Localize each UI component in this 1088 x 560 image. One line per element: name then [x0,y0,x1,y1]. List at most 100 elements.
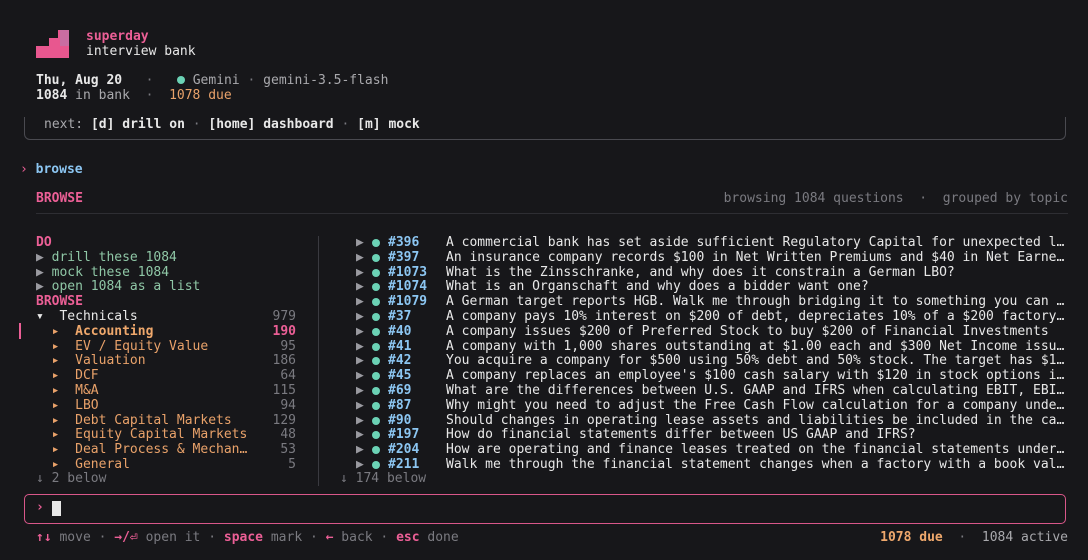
question-row[interactable]: ▶ #37 A company pays 10% interest on $200 … [356,310,1070,325]
question-row[interactable]: ▶ #42 You acquire a company for $500 using… [356,354,1070,369]
topic-item[interactable]: ▸ Accounting 190 [36,324,296,340]
question-id: #42 [388,354,412,369]
bank-label: in bank [75,88,130,103]
provider-status-dot-icon [176,76,185,84]
selection-indicator [19,323,21,339]
play-icon: ▶ [356,280,364,295]
browse-header: BROWSE [36,294,83,310]
status-line-2: 1084 in bank · 1078 due [36,88,232,103]
play-icon: ▶ [36,249,44,265]
question-list-more-indicator: ↓ 174 below [340,471,427,486]
topic-item[interactable]: ▸ Equity Capital Markets 48 [36,427,296,443]
status-dot-icon [372,239,380,247]
question-text: A commercial bank has set aside sufficie… [446,236,1070,250]
question-row[interactable]: ▶ #1074 What is an Organschaft and why doe… [356,280,1070,295]
question-text: A company issues $200 of Preferred Stock… [446,324,1049,339]
triangle-right-icon: ▸ [51,353,60,369]
triangle-right-icon: ▸ [51,368,60,384]
play-icon: ▶ [356,250,364,265]
question-text: Walk me through the financial statement … [446,457,1070,472]
question-row[interactable]: ▶ #1073 What is the Zinsschranke, and why … [356,266,1070,281]
question-row[interactable]: ▶ #204 How are operating and finance lease… [356,443,1070,458]
status-line-1: Thu, Aug 20 · Gemini · gemini-3.5-flash [36,73,389,88]
status-date: Thu, Aug 20 [36,73,123,88]
action-open-list[interactable]: ▶ open 1084 as a list [36,279,296,295]
question-id: #1073 [388,265,428,280]
question-list: ▶ #396 A commercial bank has set aside suf… [356,236,1070,473]
question-id: #397 [388,250,420,265]
question-text: How are operating and finance leases tre… [446,443,1070,458]
question-row[interactable]: ▶ #396 A commercial bank has set aside suf… [356,236,1070,251]
play-icon: ▶ [356,428,364,443]
question-text: How do financial statements differ betwe… [446,428,916,443]
status-dot-icon [372,446,380,455]
play-icon: ▶ [356,369,364,384]
topic-item[interactable]: ▸ Debt Capital Markets 129 [36,412,296,429]
sidebar-more-indicator: ↓ 2 below [36,471,107,486]
triangle-right-icon: ▸ [51,456,60,472]
question-row[interactable]: ▶ #45 A company replaces an employee's $10… [356,369,1070,384]
play-icon: ▶ [356,295,364,310]
topic-item[interactable]: ▸ LBO 94 [36,397,296,414]
question-text: What is an Organschaft and why does a bi… [446,280,869,295]
question-row[interactable]: ▶ #197 How do financial statements differ … [356,428,1070,443]
play-icon: ▶ [356,339,364,354]
do-header: DO [36,235,52,250]
play-icon: ▶ [356,413,364,428]
question-row[interactable]: ▶ #40 A company issues $200 of Preferred S… [356,325,1070,340]
question-id: #396 [388,236,420,250]
question-row[interactable]: ▶ #69 What are the differences between U.S… [356,384,1070,399]
question-row[interactable]: ▶ #211 Walk me through the financial state… [356,458,1070,473]
question-id: #87 [388,398,412,413]
triangle-down-icon: ▾ [36,308,44,324]
play-icon: ▶ [36,264,44,280]
topic-item[interactable]: ▸ DCF 64 [36,368,296,384]
topic-item[interactable]: ▸ Deal Process & Mechan… 53 [36,442,296,458]
topic-group-technicals[interactable]: ▾ Technicals 979 [36,308,296,325]
provider-name: Gemini [192,73,240,88]
topic-sidebar: DO ▶ drill these 1084 ▶ mock these 1084 … [36,235,296,473]
divider [36,213,1068,214]
question-text: You acquire a company for $500 using 50%… [446,354,1070,369]
footer-stats: 1078 due · 1084 active [880,530,1068,545]
triangle-right-icon: ▸ [51,382,60,398]
action-mock[interactable]: ▶ mock these 1084 [36,264,296,281]
topic-item[interactable]: ▸ M&A 115 [36,382,296,399]
status-dot-icon [372,312,380,321]
browse-count: browsing 1084 questions [723,191,904,206]
triangle-right-icon: ▸ [51,397,60,413]
topic-item[interactable]: ▸ EV / Equity Value 95 [36,339,296,355]
next-action-dashboard[interactable]: [home] dashboard [208,117,333,132]
action-drill[interactable]: ▶ drill these 1084 [36,249,296,266]
pane-divider [318,236,319,486]
question-text: A company with 1,000 shares outstanding … [446,339,1070,354]
model-name: gemini-3.5-flash [263,73,389,88]
chevron-right-icon: › [20,162,28,177]
breadcrumb-browse[interactable]: browse [36,162,83,177]
status-dot-icon [372,268,380,277]
brand-name: superday [86,29,149,44]
brand-subtitle: interview bank [86,44,196,59]
question-id: #45 [388,369,412,384]
question-row[interactable]: ▶ #41 A company with 1,000 shares outstand… [356,340,1070,355]
status-dot-icon [372,298,380,307]
question-text: A German target reports HGB. Walk me thr… [446,295,1070,310]
question-id: #197 [388,428,420,443]
question-row[interactable]: ▶ #397 An insurance company records $100 i… [356,251,1070,266]
triangle-right-icon: ▸ [51,412,60,428]
next-action-drill[interactable]: [d] drill on [91,117,185,132]
superday-logo-icon [36,30,69,58]
prompt-icon: › [36,500,44,515]
next-action-mock[interactable]: [m] mock [357,117,420,132]
question-row[interactable]: ▶ #1079 A German target reports HGB. Walk … [356,295,1070,310]
page-title: BROWSE [36,191,83,206]
topic-item[interactable]: ▸ Valuation 186 [36,353,296,369]
question-text: A company replaces an employee's $100 ca… [446,369,1070,384]
question-row[interactable]: ▶ #90 Should changes in operating lease as… [356,414,1070,429]
browse-grouping: grouped by topic [942,191,1068,206]
question-row[interactable]: ▶ #87 Why might you need to adjust the Fre… [356,399,1070,414]
due-count: 1078 due [169,88,232,103]
command-input[interactable] [24,494,1066,524]
question-text: What are the differences between U.S. GA… [446,383,1070,398]
play-icon: ▶ [356,383,364,398]
